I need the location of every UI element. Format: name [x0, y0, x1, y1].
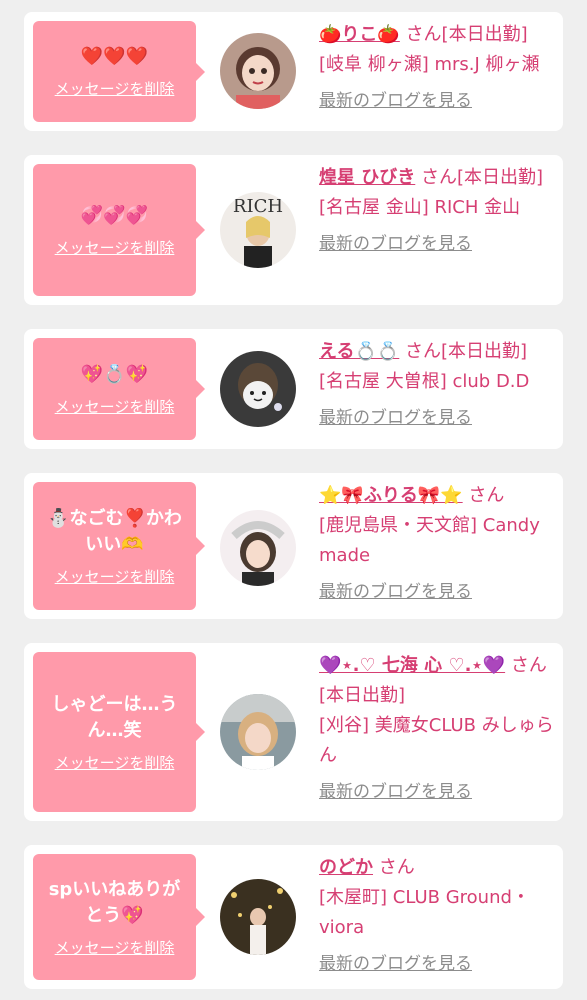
shop-name: [名古屋 金山] RICH 金山 [319, 197, 521, 218]
shop-name: [木屋町] CLUB Ground・viora [319, 887, 530, 938]
avatar[interactable] [220, 879, 296, 955]
list-item: しゃどーは…うん…笑 メッセージを削除 💜⋆.♡ 七海 心 ♡.⋆💜 さん[本日… [24, 643, 563, 821]
blog-link[interactable]: 最新のブログを見る [319, 229, 555, 259]
host-suffix: さん[本日出勤] [421, 167, 544, 188]
message-list: ❤️❤️❤️ メッセージを削除 🍅りこ🍅 さん[本日出勤] [岐阜 柳ヶ瀬] m… [0, 0, 587, 1000]
avatar[interactable] [220, 33, 296, 109]
avatar[interactable]: RICH [220, 192, 296, 268]
host-info: 🍅りこ🍅 さん[本日出勤] [岐阜 柳ヶ瀬] mrs.J 柳ヶ瀬 最新のブログを… [319, 20, 555, 116]
avatar[interactable] [220, 694, 296, 770]
message-text: しゃどーは…うん…笑 [51, 693, 178, 741]
host-suffix: さん[本日出勤] [405, 341, 528, 362]
shop-name: [名古屋 大曽根] club D.D [319, 371, 530, 392]
host-info: のどか さん [木屋町] CLUB Ground・viora 最新のブログを見る [319, 853, 555, 979]
message-text: ❤️❤️❤️ [80, 46, 149, 67]
message-bubble: 💞💞💞 メッセージを削除 [33, 164, 205, 296]
svg-text:RICH: RICH [233, 196, 283, 217]
blog-link[interactable]: 最新のブログを見る [319, 777, 555, 807]
message-text: ⛄なごむ❣️かわいい🫶 [47, 507, 182, 555]
host-info: える💍💍 さん[本日出勤] [名古屋 大曽根] club D.D 最新のブログを… [319, 337, 555, 433]
host-suffix: さん [378, 857, 415, 878]
delete-message-link[interactable]: メッセージを削除 [55, 566, 175, 587]
message-text: spいいねありがとう💖 [48, 878, 181, 926]
message-bubble: ❤️❤️❤️ メッセージを削除 [33, 21, 205, 122]
message-text: 💖💍💖 [80, 363, 149, 385]
host-info: 💜⋆.♡ 七海 心 ♡.⋆💜 さん[本日出勤] [刈谷] 美魔女CLUB みしゅ… [319, 651, 555, 807]
blog-link[interactable]: 最新のブログを見る [319, 86, 555, 116]
avatar[interactable] [220, 510, 296, 586]
host-suffix: さん [468, 485, 505, 506]
shop-name: [岐阜 柳ヶ瀬] mrs.J 柳ヶ瀬 [319, 54, 540, 75]
message-bubble: しゃどーは…うん…笑 メッセージを削除 [33, 652, 205, 812]
host-info: 煌星 ひびき さん[本日出勤] [名古屋 金山] RICH 金山 最新のブログを… [319, 163, 555, 259]
shop-name: [鹿児島県・天文館] Candy made [319, 515, 540, 566]
host-name-link[interactable]: える💍💍 [319, 341, 399, 362]
host-name-link[interactable]: 💜⋆.♡ 七海 心 ♡.⋆💜 [319, 655, 505, 676]
message-bubble: 💖💍💖 メッセージを削除 [33, 338, 205, 440]
list-item: spいいねありがとう💖 メッセージを削除 のどか さん [木屋町] CLUB G… [24, 845, 563, 989]
list-item: ❤️❤️❤️ メッセージを削除 🍅りこ🍅 さん[本日出勤] [岐阜 柳ヶ瀬] m… [24, 12, 563, 131]
delete-message-link[interactable]: メッセージを削除 [55, 78, 175, 99]
host-name-link[interactable]: 🍅りこ🍅 [319, 24, 400, 45]
delete-message-link[interactable]: メッセージを削除 [55, 396, 175, 417]
host-name-link[interactable]: 煌星 ひびき [319, 167, 415, 188]
host-name-link[interactable]: のどか [319, 857, 373, 878]
shop-name: [刈谷] 美魔女CLUB みしゅらん [319, 715, 554, 766]
list-item: 💞💞💞 メッセージを削除 RICH 煌星 ひびき さん[本日出勤] [名古屋 金… [24, 155, 563, 305]
blog-link[interactable]: 最新のブログを見る [319, 403, 555, 433]
list-item: ⛄なごむ❣️かわいい🫶 メッセージを削除 ⭐🎀ふりる🎀⭐ さん [鹿児島県・天文… [24, 473, 563, 619]
host-name-link[interactable]: ⭐🎀ふりる🎀⭐ [319, 485, 463, 506]
delete-message-link[interactable]: メッセージを削除 [55, 752, 175, 773]
list-item: 💖💍💖 メッセージを削除 える💍💍 さん[本日出勤] [名古屋 大曽根] clu… [24, 329, 563, 449]
message-bubble: ⛄なごむ❣️かわいい🫶 メッセージを削除 [33, 482, 205, 610]
delete-message-link[interactable]: メッセージを削除 [55, 937, 175, 958]
blog-link[interactable]: 最新のブログを見る [319, 577, 555, 607]
blog-link[interactable]: 最新のブログを見る [319, 949, 555, 979]
host-suffix: さん[本日出勤] [405, 24, 528, 45]
avatar[interactable] [220, 351, 296, 427]
message-bubble: spいいねありがとう💖 メッセージを削除 [33, 854, 205, 980]
delete-message-link[interactable]: メッセージを削除 [55, 237, 175, 258]
host-info: ⭐🎀ふりる🎀⭐ さん [鹿児島県・天文館] Candy made 最新のブログを… [319, 481, 555, 607]
message-text: 💞💞💞 [80, 204, 149, 226]
